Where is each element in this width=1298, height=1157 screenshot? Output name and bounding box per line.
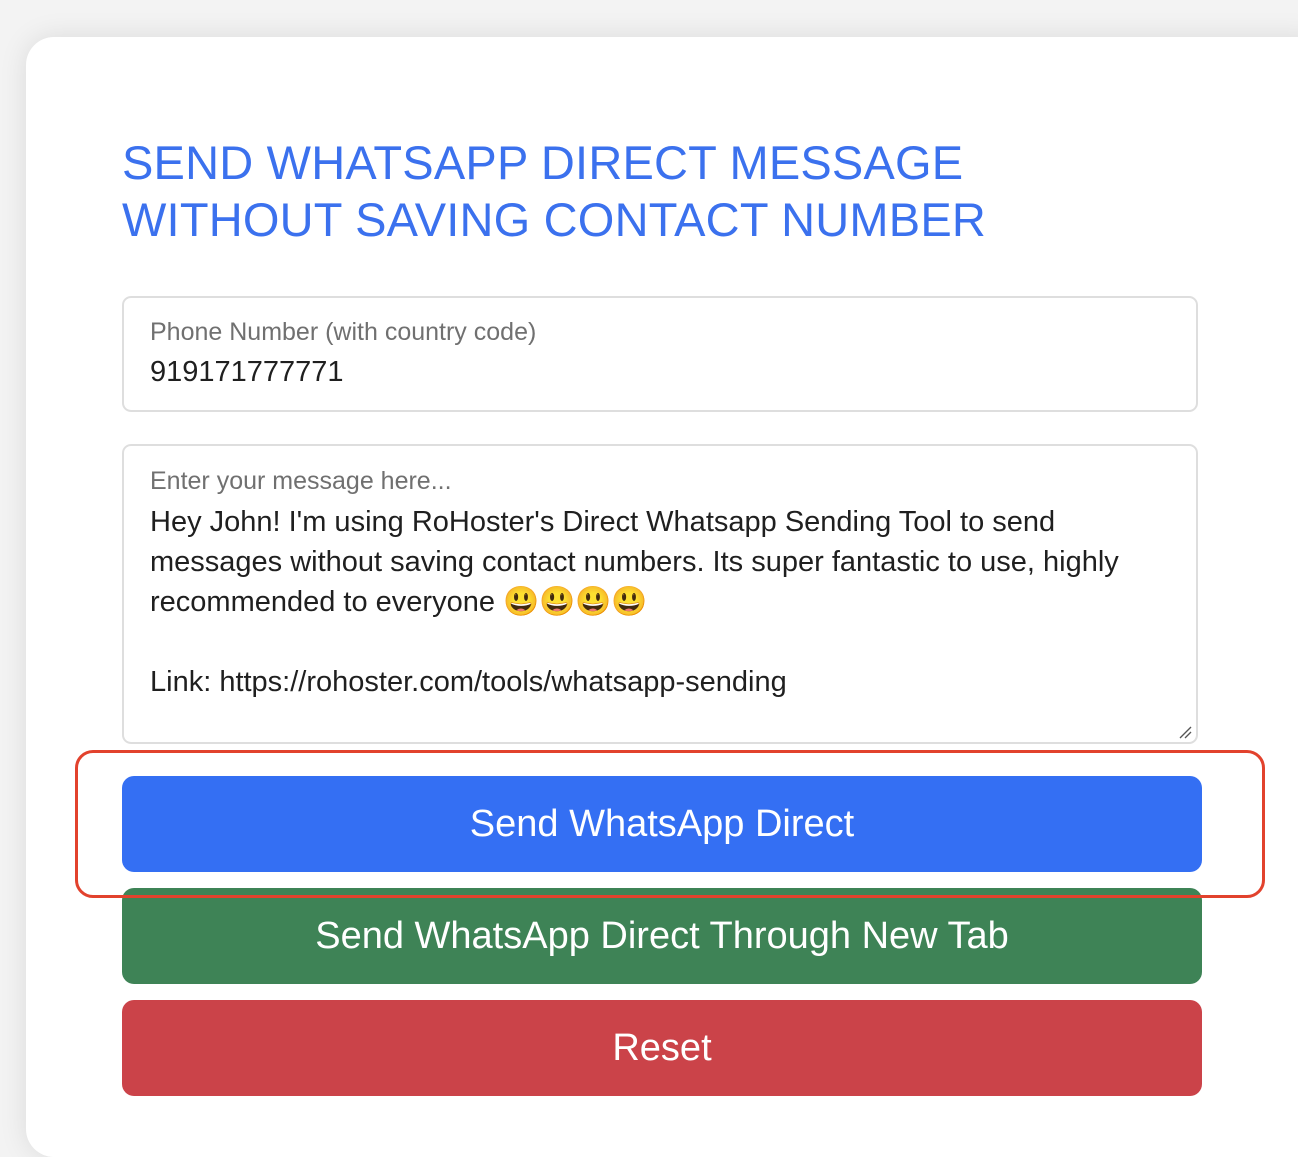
message-input[interactable]: Hey John! I'm using RoHoster's Direct Wh… — [150, 502, 1170, 722]
resize-handle-icon[interactable] — [1178, 725, 1192, 739]
send-whatsapp-new-tab-button[interactable]: Send WhatsApp Direct Through New Tab — [122, 888, 1202, 984]
page-title: SEND WHATSAPP DIRECT MESSAGE WITHOUT SAV… — [122, 136, 987, 246]
phone-number-input[interactable] — [150, 354, 1150, 390]
reset-button[interactable]: Reset — [122, 1000, 1202, 1096]
phone-number-label: Phone Number (with country code) — [150, 318, 537, 346]
phone-number-field[interactable]: Phone Number (with country code) — [122, 296, 1198, 412]
message-field[interactable]: Enter your message here... Hey John! I'm… — [122, 444, 1198, 744]
message-label: Enter your message here... — [150, 467, 452, 495]
send-whatsapp-direct-button[interactable]: Send WhatsApp Direct — [122, 776, 1202, 872]
